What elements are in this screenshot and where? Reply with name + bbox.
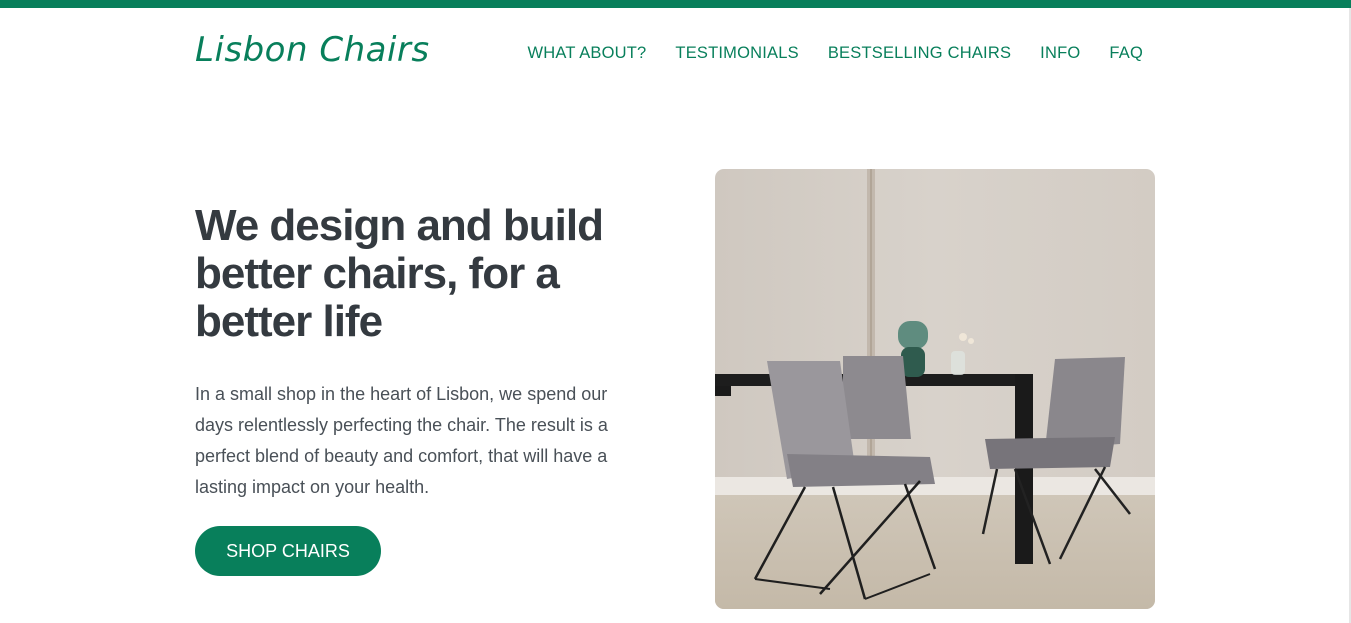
nav-item-testimonials[interactable]: TESTIMONIALS [675, 44, 798, 63]
main-nav: WHAT ABOUT? TESTIMONIALS BESTSELLING CHA… [527, 44, 1143, 63]
nav-item-faq[interactable]: FAQ [1109, 44, 1143, 63]
hero-image [715, 169, 1155, 609]
nav-item-info[interactable]: INFO [1040, 44, 1080, 63]
chairs-dining-photo-icon [715, 169, 1155, 609]
top-accent-bar [0, 0, 1351, 8]
brand-logo[interactable]: Lisbon Chairs [195, 30, 430, 70]
site-header: Lisbon Chairs WHAT ABOUT? TESTIMONIALS B… [195, 28, 1155, 78]
hero-section: We design and build better chairs, for a… [195, 202, 645, 503]
shop-chairs-button[interactable]: SHOP CHAIRS [195, 526, 381, 576]
hero-title: We design and build better chairs, for a… [195, 201, 604, 346]
nav-item-what-about[interactable]: WHAT ABOUT? [527, 44, 646, 63]
hero-description: In a small shop in the heart of Lisbon, … [195, 384, 608, 497]
nav-item-bestselling-chairs[interactable]: BESTSELLING CHAIRS [828, 44, 1011, 63]
